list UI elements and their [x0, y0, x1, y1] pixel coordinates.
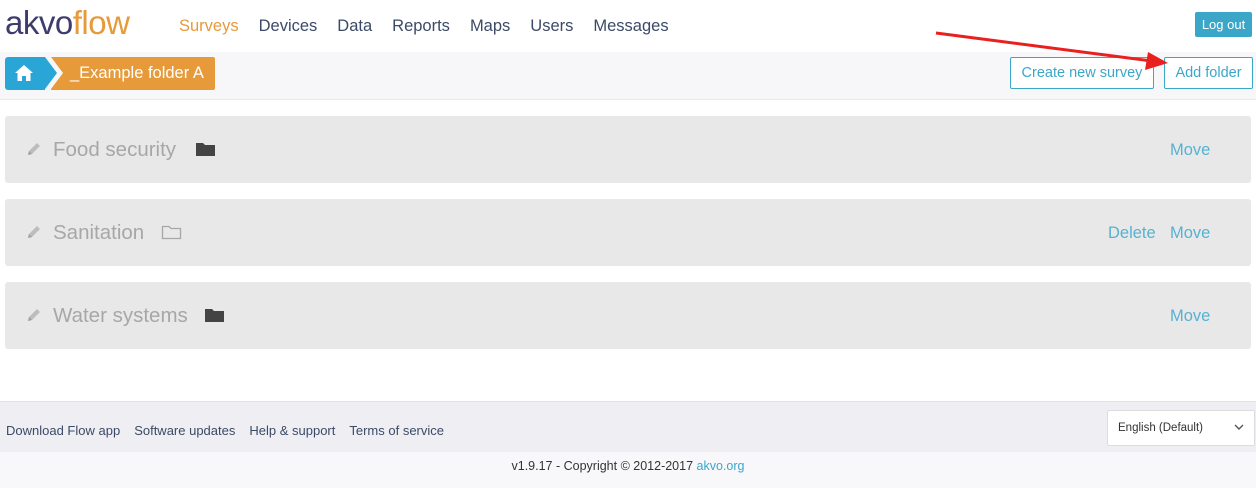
footer-link-help-support[interactable]: Help & support	[249, 423, 335, 439]
top-bar: akvoflow Surveys Devices Data Reports Ma…	[0, 0, 1256, 52]
nav-users[interactable]: Users	[530, 16, 573, 36]
folder-outline-icon	[161, 225, 182, 240]
akvoflow-logo[interactable]: akvoflow	[5, 3, 130, 43]
main-nav: Surveys Devices Data Reports Maps Users …	[179, 16, 689, 36]
akvo-org-link[interactable]: akvo.org	[697, 459, 745, 473]
footer-link-terms-of-service[interactable]: Terms of service	[349, 423, 444, 439]
nav-data[interactable]: Data	[337, 16, 372, 36]
chevron-down-icon	[1234, 424, 1244, 430]
nav-maps[interactable]: Maps	[470, 16, 510, 36]
logo-part-akvo: akvo	[5, 4, 73, 41]
logo-part-flow: flow	[72, 4, 130, 41]
folder-title[interactable]: Food security	[53, 138, 176, 162]
nav-messages[interactable]: Messages	[593, 16, 668, 36]
breadcrumb-bar: _Example folder A Create new survey Add …	[0, 52, 1256, 100]
move-link[interactable]: Move	[1170, 223, 1210, 243]
folder-title[interactable]: Sanitation	[53, 221, 144, 245]
move-link[interactable]: Move	[1170, 306, 1210, 326]
copyright-bar: v1.9.17 - Copyright © 2012-2017 akvo.org	[0, 452, 1256, 488]
list-item[interactable]: Food security Move	[5, 116, 1251, 183]
add-folder-button[interactable]: Add folder	[1164, 57, 1253, 89]
list-item[interactable]: Water systems Move	[5, 282, 1251, 349]
folder-title[interactable]: Water systems	[53, 304, 188, 328]
folder-filled-icon	[196, 143, 215, 156]
language-select[interactable]: English (Default)	[1107, 410, 1255, 446]
pencil-icon[interactable]	[26, 141, 42, 157]
nav-reports[interactable]: Reports	[392, 16, 450, 36]
copyright-text: v1.9.17 - Copyright © 2012-2017	[511, 459, 694, 473]
breadcrumb-folder[interactable]: _Example folder A	[51, 57, 215, 90]
footer-link-software-updates[interactable]: Software updates	[134, 423, 235, 439]
logout-button[interactable]: Log out	[1195, 12, 1252, 37]
footer-links: Download Flow app Software updates Help …	[6, 423, 458, 439]
folder-list: Food security Move Sanitation Delete Mov…	[5, 116, 1251, 365]
footer: Download Flow app Software updates Help …	[0, 401, 1256, 452]
pencil-icon[interactable]	[26, 224, 42, 240]
language-select-value: English (Default)	[1118, 422, 1204, 434]
home-icon	[15, 65, 33, 81]
breadcrumb-home[interactable]	[5, 57, 57, 90]
folder-filled-icon	[205, 309, 224, 322]
delete-link[interactable]: Delete	[1108, 223, 1156, 243]
create-new-survey-button[interactable]: Create new survey	[1010, 57, 1154, 89]
list-item[interactable]: Sanitation Delete Move	[5, 199, 1251, 266]
footer-link-download-flow-app[interactable]: Download Flow app	[6, 423, 120, 439]
nav-surveys[interactable]: Surveys	[179, 16, 239, 36]
nav-devices[interactable]: Devices	[259, 16, 318, 36]
move-link[interactable]: Move	[1170, 140, 1210, 160]
pencil-icon[interactable]	[26, 307, 42, 323]
